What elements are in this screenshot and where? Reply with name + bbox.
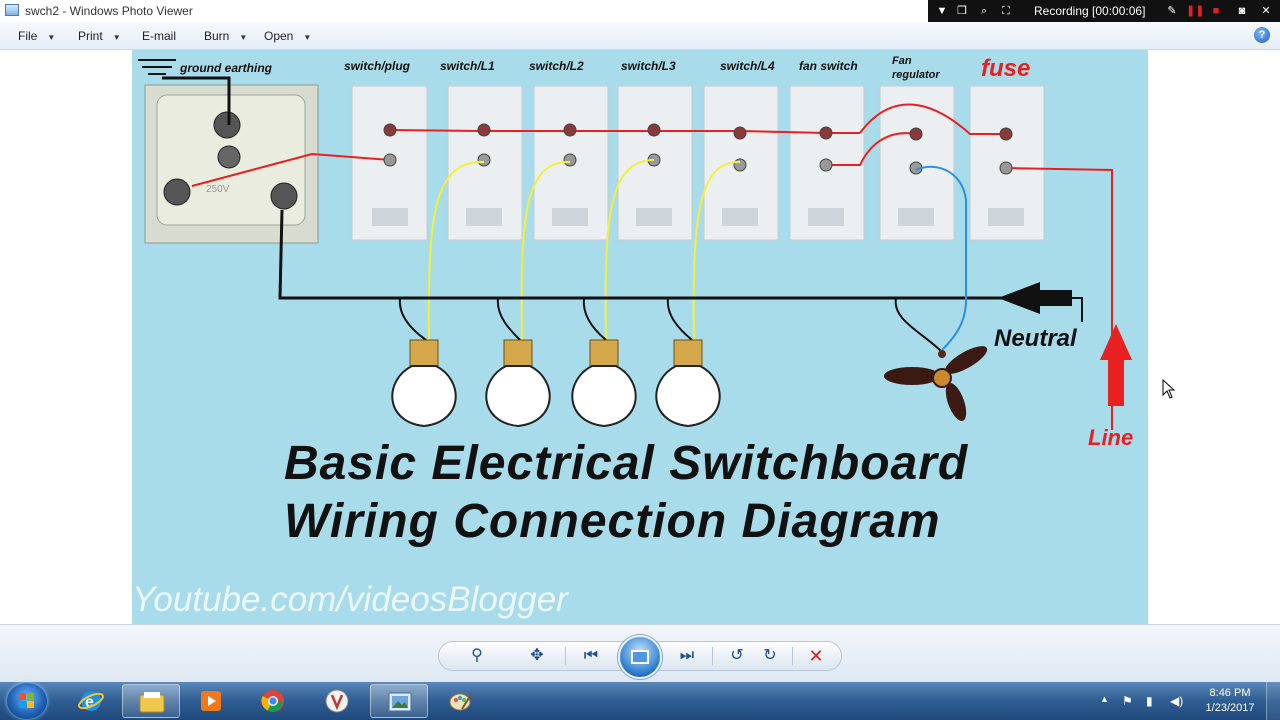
title-line-2: Wiring Connection Diagram [284, 495, 941, 548]
switch-l2-label: switch/L2 [529, 59, 584, 73]
photo-viewer-icon [5, 4, 19, 16]
switch-plug-label: switch/plug [344, 59, 410, 73]
slideshow-icon [631, 650, 649, 664]
media-player-icon [201, 691, 221, 711]
svg-text:250V: 250V [206, 184, 230, 195]
taskbar-internet-explorer[interactable]: e [62, 684, 120, 718]
switch-l4-label: switch/L4 [720, 59, 775, 73]
menu-open[interactable]: Open ▼ [264, 29, 311, 43]
mouse-cursor-icon [1162, 379, 1176, 399]
divider [712, 647, 713, 665]
rotate-right-icon[interactable]: ↻ [759, 646, 781, 666]
chevron-down-icon: ▼ [239, 33, 248, 42]
chevron-down-icon: ▼ [303, 33, 312, 42]
region-icon[interactable]: ⛶ [998, 3, 1014, 19]
previous-icon[interactable]: ⏮ [580, 646, 602, 666]
paint-icon [449, 692, 473, 711]
next-icon[interactable]: ⏭ [676, 646, 698, 666]
bulbs [391, 339, 721, 428]
actual-size-icon[interactable]: ✥ [526, 646, 548, 666]
viewer-controls: ⚲ ✥ ⏮ ⏭ ↺ ↻ ✕ [0, 624, 1280, 682]
chrome-icon [261, 690, 284, 712]
image-viewer: 250V ground earthing switch/plug switch/… [0, 50, 1280, 624]
stop-icon[interactable]: ■ [1208, 3, 1224, 19]
wiring-diagram-image: 250V ground earthing switch/plug switch/… [132, 50, 1148, 624]
signal-icon[interactable]: ▮ [1146, 694, 1153, 708]
flag-icon[interactable]: ⚑ [1122, 694, 1133, 708]
chevron-down-icon: ▼ [47, 33, 56, 42]
restore-icon[interactable]: ❐ [954, 3, 970, 19]
menu-burn[interactable]: Burn ▼ [204, 29, 247, 43]
watermark: Youtube.com/videosBlogger [132, 580, 568, 619]
start-button[interactable] [7, 683, 47, 719]
photo-viewer-icon [388, 692, 412, 712]
diagram-title: Basic Electrical Switchboard Wiring Conn… [284, 435, 968, 551]
slideshow-button[interactable] [618, 635, 662, 679]
divider [565, 647, 566, 665]
volume-icon[interactable]: ◀) [1170, 694, 1183, 708]
help-icon[interactable]: ? [1254, 27, 1270, 43]
folder-icon [139, 692, 165, 713]
clock-time: 8:46 PM [1209, 687, 1251, 699]
ground-earthing-label: ground earthing [180, 61, 272, 75]
clock-date: 1/23/2017 [1205, 702, 1255, 714]
delete-icon[interactable]: ✕ [805, 646, 827, 666]
zoom-icon[interactable]: ⌕ [976, 3, 992, 19]
taskbar-paint[interactable] [432, 684, 490, 718]
switch-l1-label: switch/L1 [440, 59, 495, 73]
switch-l3-label: switch/L3 [621, 59, 676, 73]
neutral-label: Neutral [994, 325, 1077, 352]
camera-icon[interactable]: ◙ [1234, 3, 1250, 19]
taskbar-chrome[interactable] [244, 684, 302, 718]
ground-symbol [138, 59, 176, 75]
zoom-icon[interactable]: ⚲ [466, 646, 488, 666]
taskbar-media-player[interactable] [182, 684, 240, 718]
main-socket: 250V [144, 84, 319, 244]
dropdown-icon[interactable]: ▼ [934, 3, 950, 19]
ceiling-fan [884, 346, 988, 421]
pause-icon[interactable]: ❚❚ [1186, 3, 1204, 19]
menu-print[interactable]: Print ▼ [78, 29, 121, 43]
taskbar: e ▲ ⚑ ▮ ◀) 8:46 PM 1/23/2017 [0, 682, 1280, 720]
clock[interactable]: 8:46 PM 1/23/2017 [1200, 686, 1260, 716]
app-v-icon [325, 689, 349, 713]
neutral-arrow [998, 282, 1072, 314]
title-line-1: Basic Electrical Switchboard [284, 437, 969, 490]
line-label: Line [1088, 425, 1134, 450]
pen-icon[interactable]: ✎ [1164, 3, 1180, 19]
fan-regulator-label: Fan regulator [892, 55, 940, 81]
divider [792, 647, 793, 665]
menu-file[interactable]: File ▼ [18, 29, 55, 43]
close-icon[interactable]: ✕ [1258, 3, 1274, 19]
window-title: swch2 - Windows Photo Viewer [25, 4, 193, 18]
show-desktop-button[interactable] [1266, 682, 1280, 720]
fan-switch-label: fan switch [799, 59, 858, 73]
taskbar-file-explorer[interactable] [122, 684, 180, 718]
menu-bar: File ▼ Print ▼ E-mail Burn ▼ Open ▼ ? [0, 22, 1280, 50]
windows-logo-icon [19, 693, 35, 709]
show-hidden-icons-icon[interactable]: ▲ [1100, 694, 1109, 704]
taskbar-photo-viewer[interactable] [370, 684, 428, 718]
menu-email[interactable]: E-mail [142, 29, 176, 43]
chevron-down-icon: ▼ [112, 33, 121, 42]
recording-toolbar: ▼ ❐ ⌕ ⛶ Recording [00:00:06] ✎ ❚❚ ■ ◙ ✕ [928, 0, 1280, 22]
line-arrow [1100, 324, 1132, 406]
rotate-left-icon[interactable]: ↺ [726, 646, 748, 666]
taskbar-app-v[interactable] [308, 684, 366, 718]
fuse-label: fuse [981, 55, 1031, 82]
internet-explorer-icon: e [78, 691, 104, 711]
recording-status: Recording [00:00:06] [1034, 4, 1146, 18]
